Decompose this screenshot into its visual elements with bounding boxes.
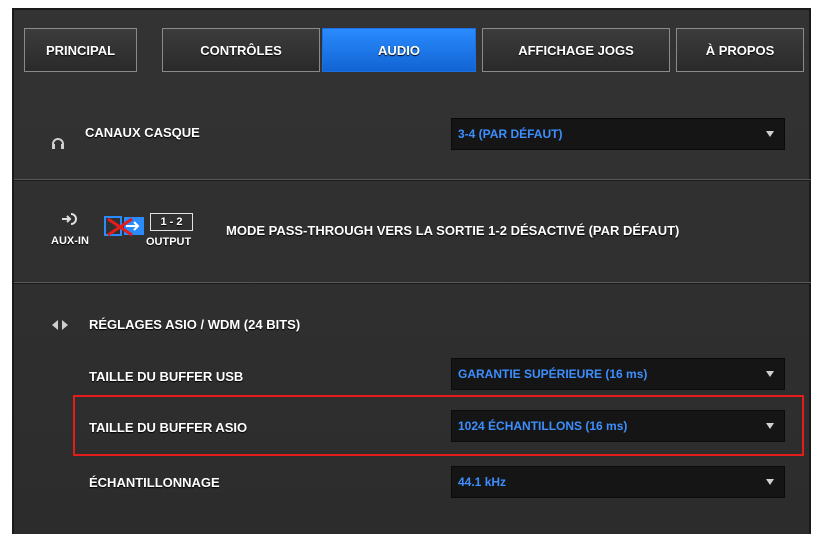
aux-in-label: AUX-IN — [51, 235, 89, 247]
headphone-channels-dropdown[interactable]: 3-4 (PAR DÉFAUT) — [451, 118, 785, 150]
usb-buffer-label: TAILLE DU BUFFER USB — [89, 369, 244, 384]
chevron-down-icon — [766, 479, 774, 485]
headphones-icon — [51, 137, 65, 149]
asio-buffer-label: TAILLE DU BUFFER ASIO — [89, 420, 248, 435]
tab-label: PRINCIPAL — [45, 42, 116, 58]
dropdown-value: GARANTIE SUPÉRIEURE (16 ms) — [458, 367, 648, 381]
asio-section-label: RÉGLAGES ASIO / WDM (24 BITS) — [89, 317, 301, 332]
output-label: OUTPUT — [146, 236, 192, 248]
chevron-down-icon — [766, 131, 774, 137]
usb-buffer-dropdown[interactable]: GARANTIE SUPÉRIEURE (16 ms) — [451, 358, 785, 390]
tab-principal[interactable]: PRINCIPAL — [24, 28, 137, 72]
dropdown-value: 3-4 (PAR DÉFAUT) — [458, 127, 563, 141]
tab-a-propos[interactable]: À PROPOS — [676, 28, 804, 72]
tab-audio[interactable]: AUDIO — [322, 28, 476, 72]
aux-in-icon — [61, 213, 77, 225]
headphone-channels-label: CANAUX CASQUE — [85, 125, 200, 140]
chevron-down-icon — [766, 423, 774, 429]
tab-label: AFFICHAGE JOGS — [518, 42, 634, 58]
chevron-down-icon — [766, 371, 774, 377]
divider — [14, 180, 811, 181]
asio-buffer-dropdown[interactable]: 1024 ÉCHANTILLONS (16 ms) — [451, 410, 785, 442]
dropdown-value: 44.1 kHz — [458, 475, 507, 489]
tab-label: CONTRÔLES — [200, 42, 282, 58]
sample-rate-label: ÉCHANTILLONNAGE — [89, 475, 220, 490]
sample-rate-dropdown[interactable]: 44.1 kHz — [451, 466, 785, 498]
collapse-arrows-icon[interactable] — [52, 320, 68, 330]
pass-through-toggle-icon[interactable] — [104, 216, 146, 238]
tab-affichage-jogs[interactable]: AFFICHAGE JOGS — [482, 28, 670, 72]
output-box-label: 1 - 2 — [160, 216, 183, 228]
dropdown-value: 1024 ÉCHANTILLONS (16 ms) — [458, 419, 628, 433]
tab-label: AUDIO — [378, 42, 420, 58]
tab-controles[interactable]: CONTRÔLES — [162, 28, 320, 72]
output-box: 1 - 2 — [150, 213, 193, 231]
tab-label: À PROPOS — [705, 42, 775, 58]
pass-through-status-text: MODE PASS-THROUGH VERS LA SORTIE 1-2 DÉS… — [226, 223, 680, 238]
divider — [14, 283, 811, 284]
